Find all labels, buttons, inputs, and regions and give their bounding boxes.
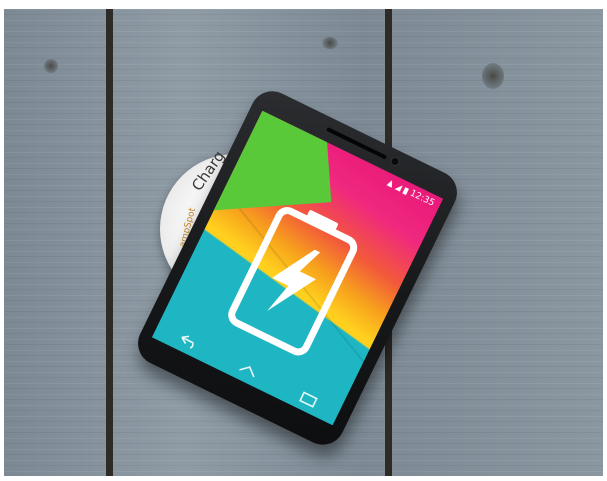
back-icon[interactable] (175, 329, 201, 351)
battery-icon (402, 186, 410, 195)
plank-gap (106, 9, 113, 476)
battery-charging-icon (228, 207, 358, 356)
wood-knot (322, 37, 338, 49)
recents-icon[interactable] (295, 388, 321, 410)
wifi-icon (386, 179, 394, 188)
wood-knot (44, 59, 58, 73)
front-camera (390, 156, 400, 167)
status-bar: 12:35 (385, 177, 436, 210)
status-time: 12:35 (408, 188, 436, 209)
home-icon[interactable] (235, 358, 261, 380)
signal-icon (394, 183, 402, 192)
wood-knot (482, 63, 504, 89)
